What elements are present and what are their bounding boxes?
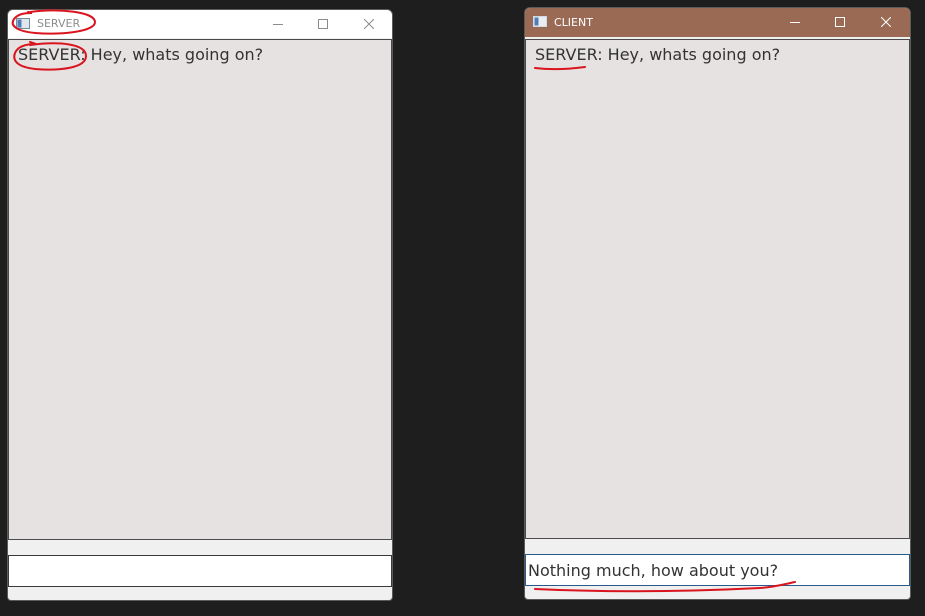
close-button[interactable] [346,10,392,38]
client-window: CLIENT SERVER: Hey, whats going on? [524,7,911,600]
close-icon [881,17,891,27]
maximize-icon [318,19,328,29]
app-window-icon [533,16,547,27]
minimize-button[interactable] [255,10,301,38]
minimize-icon [790,22,800,23]
client-titlebar[interactable]: CLIENT [525,8,910,37]
client-chat-log[interactable]: SERVER: Hey, whats going on? [525,39,910,539]
maximize-icon [835,17,845,27]
message-sender: SERVER: [18,45,86,64]
client-message-input[interactable] [525,554,910,586]
message-text: Hey, whats going on? [607,45,781,64]
server-window: SERVER SERVER: Hey, whats going on? [7,9,393,601]
close-icon [364,19,374,29]
maximize-button[interactable] [817,8,863,36]
client-window-title: CLIENT [554,16,593,29]
close-button[interactable] [863,8,909,36]
server-titlebar[interactable]: SERVER [8,10,392,38]
app-window-icon [16,18,30,29]
chat-message: SERVER: Hey, whats going on? [18,45,263,64]
minimize-button[interactable] [772,8,818,36]
minimize-icon [273,24,283,25]
maximize-button[interactable] [300,10,346,38]
server-window-title: SERVER [37,17,81,30]
chat-message: SERVER: Hey, whats going on? [535,45,780,64]
message-text: Hey, whats going on? [90,45,264,64]
server-chat-log[interactable]: SERVER: Hey, whats going on? [8,39,392,540]
server-message-input[interactable] [8,555,392,587]
message-sender: SERVER: [535,45,603,64]
